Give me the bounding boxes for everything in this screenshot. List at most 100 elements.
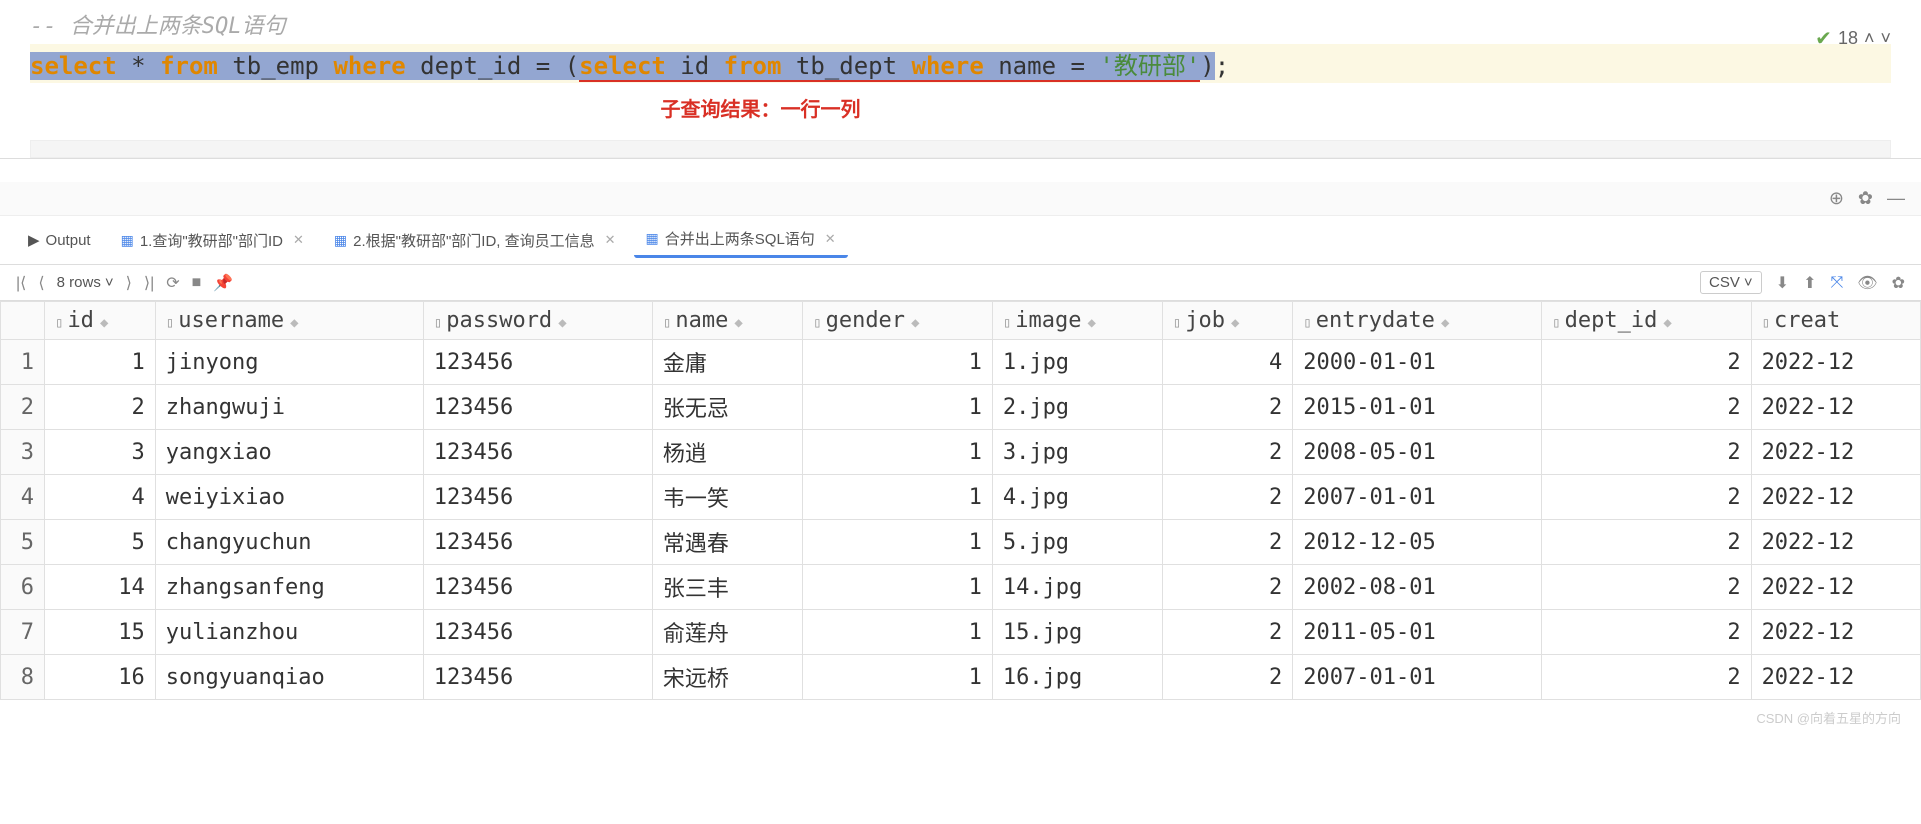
down-icon[interactable]: ˅: [1880, 28, 1891, 49]
sort-icon[interactable]: ◆: [290, 315, 298, 331]
sql-editor[interactable]: -- 合并出上两条SQL语句 select * from tb_emp wher…: [0, 0, 1921, 140]
table-row[interactable]: 33yangxiao123456杨逍13.jpg22008-05-0122022…: [1, 430, 1921, 475]
first-page-icon[interactable]: |⟨: [16, 273, 26, 293]
next-page-icon[interactable]: ⟩: [126, 273, 132, 293]
settings-icon[interactable]: ✿: [1892, 273, 1905, 293]
sort-icon[interactable]: ◆: [558, 315, 566, 331]
cell-create[interactable]: 2022-12: [1751, 655, 1920, 700]
cell-id[interactable]: 4: [45, 475, 156, 520]
cell-create[interactable]: 2022-12: [1751, 475, 1920, 520]
cell-deptid[interactable]: 2: [1542, 385, 1751, 430]
col-password[interactable]: ▯password◆: [423, 302, 652, 340]
cell-name[interactable]: 杨逍: [652, 430, 802, 475]
table-row[interactable]: 816songyuanqiao123456宋远桥116.jpg22007-01-…: [1, 655, 1921, 700]
cell-username[interactable]: yulianzhou: [155, 610, 423, 655]
sort-icon[interactable]: ◆: [911, 315, 919, 331]
cell-image[interactable]: 5.jpg: [992, 520, 1162, 565]
cell-job[interactable]: 2: [1162, 565, 1293, 610]
cell-username[interactable]: jinyong: [155, 340, 423, 385]
cell-image[interactable]: 14.jpg: [992, 565, 1162, 610]
cell-gender[interactable]: 1: [803, 340, 993, 385]
cell-create[interactable]: 2022-12: [1751, 520, 1920, 565]
cell-password[interactable]: 123456: [423, 340, 652, 385]
cell-job[interactable]: 4: [1162, 340, 1293, 385]
cell-gender[interactable]: 1: [803, 520, 993, 565]
table-row[interactable]: 614zhangsanfeng123456张三丰114.jpg22002-08-…: [1, 565, 1921, 610]
cell-password[interactable]: 123456: [423, 520, 652, 565]
target-icon[interactable]: ⊕: [1829, 188, 1844, 209]
cell-entrydate[interactable]: 2011-05-01: [1293, 610, 1542, 655]
cell-password[interactable]: 123456: [423, 475, 652, 520]
last-page-icon[interactable]: ⟩|: [144, 273, 154, 293]
cell-job[interactable]: 2: [1162, 655, 1293, 700]
cell-entrydate[interactable]: 2015-01-01: [1293, 385, 1542, 430]
cell-id[interactable]: 3: [45, 430, 156, 475]
cell-gender[interactable]: 1: [803, 385, 993, 430]
refresh-icon[interactable]: ⟳: [166, 273, 179, 293]
pin-icon[interactable]: 📌: [213, 273, 233, 293]
prev-page-icon[interactable]: ⟨: [38, 273, 44, 293]
sort-icon[interactable]: ◆: [1441, 315, 1449, 331]
col-create[interactable]: ▯creat: [1751, 302, 1920, 340]
table-row[interactable]: 715yulianzhou123456俞莲舟115.jpg22011-05-01…: [1, 610, 1921, 655]
cell-image[interactable]: 1.jpg: [992, 340, 1162, 385]
cell-username[interactable]: songyuanqiao: [155, 655, 423, 700]
cell-create[interactable]: 2022-12: [1751, 430, 1920, 475]
cell-job[interactable]: 2: [1162, 475, 1293, 520]
col-name[interactable]: ▯name◆: [652, 302, 802, 340]
cell-gender[interactable]: 1: [803, 430, 993, 475]
minimize-icon[interactable]: —: [1887, 188, 1905, 209]
table-row[interactable]: 55changyuchun123456常遇春15.jpg22012-12-052…: [1, 520, 1921, 565]
cell-image[interactable]: 15.jpg: [992, 610, 1162, 655]
cell-job[interactable]: 2: [1162, 520, 1293, 565]
compare-icon[interactable]: ⤧: [1830, 274, 1843, 292]
cell-entrydate[interactable]: 2007-01-01: [1293, 475, 1542, 520]
cell-name[interactable]: 宋远桥: [652, 655, 802, 700]
tab-query2[interactable]: ▦ 2.根据"教研部"部门ID, 查询员工信息 ✕: [322, 224, 628, 257]
cell-id[interactable]: 15: [45, 610, 156, 655]
cell-password[interactable]: 123456: [423, 610, 652, 655]
cell-name[interactable]: 韦一笑: [652, 475, 802, 520]
cell-job[interactable]: 2: [1162, 385, 1293, 430]
cell-username[interactable]: changyuchun: [155, 520, 423, 565]
cell-deptid[interactable]: 2: [1542, 610, 1751, 655]
gear-icon[interactable]: ✿: [1858, 188, 1873, 209]
cell-entrydate[interactable]: 2012-12-05: [1293, 520, 1542, 565]
export-csv-button[interactable]: CSV ˅: [1700, 271, 1762, 294]
cell-entrydate[interactable]: 2002-08-01: [1293, 565, 1542, 610]
cell-create[interactable]: 2022-12: [1751, 565, 1920, 610]
sort-icon[interactable]: ◆: [1231, 315, 1239, 331]
close-icon[interactable]: ✕: [825, 231, 836, 247]
table-row[interactable]: 44weiyixiao123456韦一笑14.jpg22007-01-01220…: [1, 475, 1921, 520]
cell-job[interactable]: 2: [1162, 430, 1293, 475]
cell-create[interactable]: 2022-12: [1751, 610, 1920, 655]
cell-name[interactable]: 金庸: [652, 340, 802, 385]
col-deptid[interactable]: ▯dept_id◆: [1542, 302, 1751, 340]
tab-query1[interactable]: ▦ 1.查询"教研部"部门ID ✕: [109, 224, 316, 257]
sort-icon[interactable]: ◆: [734, 315, 742, 331]
cell-password[interactable]: 123456: [423, 430, 652, 475]
cell-username[interactable]: zhangwuji: [155, 385, 423, 430]
up-icon[interactable]: ˄: [1864, 28, 1875, 49]
eye-icon[interactable]: 👁: [1857, 273, 1877, 293]
cell-image[interactable]: 16.jpg: [992, 655, 1162, 700]
cell-name[interactable]: 张三丰: [652, 565, 802, 610]
cell-deptid[interactable]: 2: [1542, 520, 1751, 565]
cell-job[interactable]: 2: [1162, 610, 1293, 655]
cell-name[interactable]: 常遇春: [652, 520, 802, 565]
close-icon[interactable]: ✕: [293, 232, 304, 248]
cell-username[interactable]: weiyixiao: [155, 475, 423, 520]
sort-icon[interactable]: ◆: [1088, 315, 1096, 331]
cell-entrydate[interactable]: 2008-05-01: [1293, 430, 1542, 475]
cell-image[interactable]: 4.jpg: [992, 475, 1162, 520]
cell-id[interactable]: 5: [45, 520, 156, 565]
col-id[interactable]: ▯id◆: [45, 302, 156, 340]
cell-id[interactable]: 1: [45, 340, 156, 385]
cell-id[interactable]: 2: [45, 385, 156, 430]
col-gender[interactable]: ▯gender◆: [803, 302, 993, 340]
cell-create[interactable]: 2022-12: [1751, 385, 1920, 430]
horizontal-scrollbar[interactable]: [30, 140, 1891, 158]
cell-deptid[interactable]: 2: [1542, 565, 1751, 610]
tab-merged[interactable]: ▦ 合并出上两条SQL语句 ✕: [634, 222, 848, 258]
cell-password[interactable]: 123456: [423, 565, 652, 610]
